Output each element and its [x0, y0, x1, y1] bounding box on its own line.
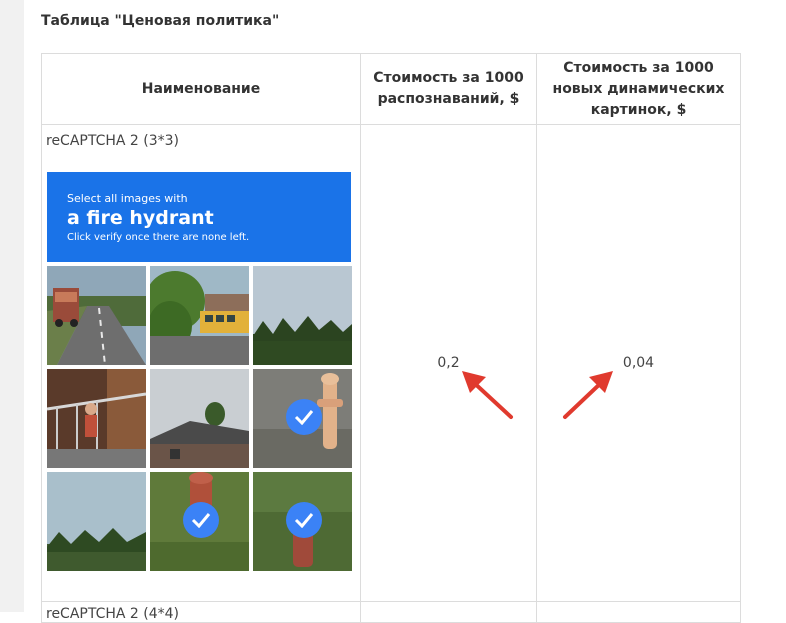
captcha-hint: Click verify once there are none left.	[67, 232, 250, 243]
captcha-tile-sky	[253, 266, 352, 365]
red-arrow-icon	[563, 371, 613, 419]
table-header-row: Наименование Стоимость за 1000 распознав…	[41, 53, 741, 125]
dynamic-images-cost-cell	[536, 601, 741, 623]
captcha-tile-hydrant	[253, 472, 352, 571]
selected-check-icon	[286, 502, 322, 538]
red-arrow-icon	[462, 371, 513, 419]
selected-check-icon	[286, 399, 322, 435]
left-margin-strip	[0, 0, 24, 612]
table-row: reCAPTCHA 2 (3*3) Select all images with…	[41, 124, 741, 602]
selected-check-icon	[183, 502, 219, 538]
column-header-dynamic-images-cost: Стоимость за 1000 новых динамических кар…	[536, 53, 741, 125]
captcha-tile-hydrant	[150, 472, 249, 571]
captcha-tile-hydrant	[253, 369, 352, 468]
captcha-target: a fire hydrant	[67, 207, 214, 229]
name-cell: reCAPTCHA 2 (3*3) Select all images with…	[41, 124, 361, 602]
column-header-name: Наименование	[41, 53, 361, 125]
dynamic-images-cost-value: 0,04	[622, 355, 655, 371]
recognition-cost-cell: 0,2	[360, 124, 537, 602]
table-row: reCAPTCHA 2 (4*4)	[41, 601, 741, 623]
captcha-tile-field	[47, 472, 146, 571]
recognition-cost-cell	[360, 601, 537, 623]
captcha-banner: Select all images with a fire hydrant Cl…	[47, 172, 351, 262]
name-cell: reCAPTCHA 2 (4*4)	[41, 601, 361, 623]
captcha-tile-porch	[47, 369, 146, 468]
page-heading: Таблица "Ценовая политика"	[41, 13, 280, 29]
row-label: reCAPTCHA 2 (3*3)	[46, 133, 180, 149]
row-label: reCAPTCHA 2 (4*4)	[46, 605, 180, 622]
column-header-recognition-cost: Стоимость за 1000 распознаваний, $	[360, 53, 537, 125]
captcha-tile-bus	[150, 266, 249, 365]
captcha-image-grid	[47, 266, 353, 572]
captcha-instruction: Select all images with	[67, 192, 188, 205]
pricing-table: Наименование Стоимость за 1000 распознав…	[41, 53, 741, 623]
captcha-example-image: Select all images with a fire hydrant Cl…	[47, 172, 353, 572]
captcha-tile-road	[47, 266, 146, 365]
dynamic-images-cost-cell: 0,04	[536, 124, 741, 602]
captcha-tile-house	[150, 369, 249, 468]
